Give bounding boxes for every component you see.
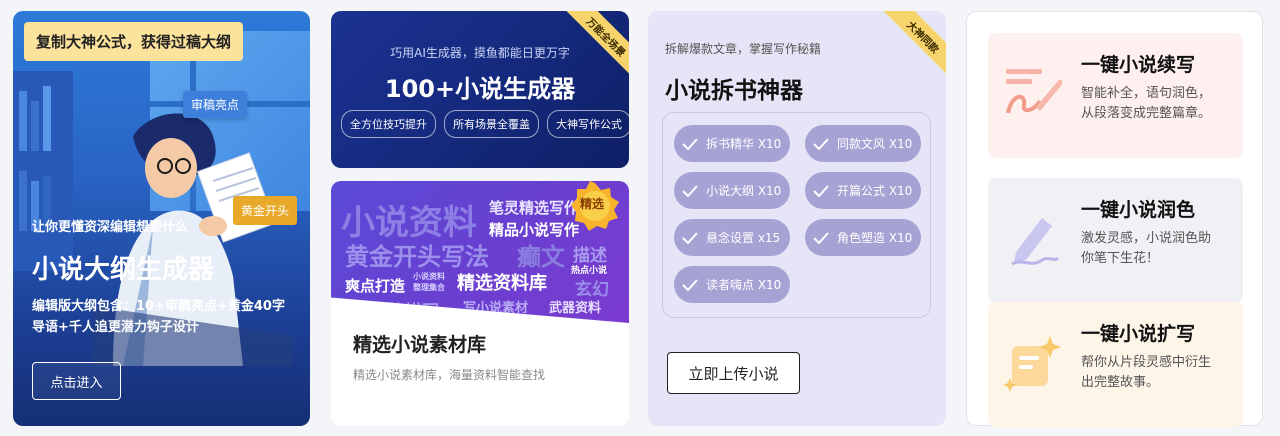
generator-chips: 全方位技巧提升 所有场景全覆盖 大神写作公式 <box>341 110 629 138</box>
quill-icon <box>1006 69 1063 114</box>
feature-pill: 悬念设置 x15 <box>674 219 790 256</box>
feature-pill-panel: 拆书精华 X10 同款文风 X10 小说大纲 X10 开篇公式 X10 悬念设置… <box>662 112 931 318</box>
check-icon <box>813 184 829 197</box>
material-library-card[interactable]: 小说资料 笔灵精选写作 精品小说写作 黄金开头写法 癫文 描述 爽点打造 小说资… <box>331 181 629 426</box>
feature-pill-label: 读者嗨点 X10 <box>706 278 782 292</box>
generator-subtitle: 巧用AI生成器，摸鱼都能日更万字 <box>390 46 570 60</box>
corner-ribbon: 大神同款 <box>880 11 946 80</box>
feature-pill: 开篇公式 X10 <box>805 172 921 209</box>
check-icon <box>682 278 698 291</box>
outline-generator-card[interactable]: 复制大神公式，获得过稿大纲 审稿亮点 黄金开头 让你更懂资深编辑想要什么 小说大… <box>13 11 310 426</box>
feature-pill: 角色塑造 X10 <box>805 219 921 256</box>
golden-opening-tag: 黄金开头 <box>233 196 298 225</box>
word-cloud-text: 武器资料 <box>549 301 602 316</box>
check-icon <box>682 231 698 244</box>
generator-chip: 所有场景全覆盖 <box>444 110 539 138</box>
feature-pill-label: 小说大纲 X10 <box>706 184 782 198</box>
generator-chip: 全方位技巧提升 <box>341 110 436 138</box>
outline-description: 编辑版大纲包含：10+审稿亮点+黄金40字导语+千人追更潜力钩子设计 <box>32 299 285 335</box>
feature-pill-label: 悬念设置 x15 <box>706 231 781 245</box>
word-cloud-text: 笔灵精选写作 <box>489 199 580 217</box>
word-cloud-text: 人物性格描写 <box>337 302 439 322</box>
word-cloud-text: 黄金开头写法 <box>345 243 489 271</box>
enter-button[interactable]: 点击进入 <box>32 362 121 400</box>
feature-pill: 读者嗨点 X10 <box>674 266 790 303</box>
breakdown-title: 小说拆书神器 <box>665 78 803 104</box>
feature-description: 激发灵感，小说润色助你笔下生花！ <box>1081 231 1212 266</box>
feature-pill: 拆书精华 X10 <box>674 125 790 162</box>
continue-writing-feature[interactable]: 一键小说续写 智能补全，语句润色，从段落变成完整篇章。 <box>988 33 1243 158</box>
feature-description: 帮你从片段灵感中衍生出完整故事。 <box>1081 355 1212 390</box>
upload-novel-button[interactable]: 立即上传小说 <box>667 352 800 394</box>
polish-feature[interactable]: 一键小说润色 激发灵感，小说润色助你笔下生花！ <box>988 178 1243 303</box>
feature-title: 一键小说续写 <box>1081 54 1196 76</box>
review-highlight-tag: 审稿亮点 <box>183 91 248 118</box>
feature-description: 智能补全，语句润色，从段落变成完整篇章。 <box>1081 86 1212 121</box>
bookshelf-illustration <box>13 71 73 271</box>
word-cloud-text: 写小说素材 <box>463 301 529 316</box>
library-description: 精选小说素材库，海量资料智能查找 <box>353 368 546 382</box>
feature-title: 一键小说扩写 <box>1081 323 1196 345</box>
feature-title: 一键小说润色 <box>1081 199 1196 221</box>
feature-pill: 小说大纲 X10 <box>674 172 790 209</box>
novel-generator-card[interactable]: 万能全场景 巧用AI生成器，摸鱼都能日更万字 100+小说生成器 全方位技巧提升… <box>331 11 629 168</box>
check-icon <box>682 137 698 150</box>
library-title: 精选小说素材库 <box>353 334 487 356</box>
feature-pill-label: 同款文风 X10 <box>837 137 913 151</box>
page: 复制大神公式，获得过稿大纲 审稿亮点 黄金开头 让你更懂资深编辑想要什么 小说大… <box>0 0 1280 436</box>
word-cloud-text: 癫文 <box>517 243 565 271</box>
word-cloud-text: 整理集合 <box>413 283 445 292</box>
outline-badge: 复制大神公式，获得过稿大纲 <box>24 22 244 61</box>
feature-pill-label: 开篇公式 X10 <box>837 184 913 198</box>
breakdown-subtitle: 拆解爆款文章，掌握写作秘籍 <box>665 42 822 56</box>
feature-pill-label: 拆书精华 X10 <box>706 137 782 151</box>
selected-medal-label: 精选 <box>580 197 605 211</box>
word-cloud-text: 爽点打造 <box>345 277 406 295</box>
check-icon <box>813 137 829 150</box>
word-cloud-text: 精选资料库 <box>457 273 547 294</box>
expand-feature[interactable]: 一键小说扩写 帮你从片段灵感中衍生出完整故事。 <box>988 302 1243 427</box>
feature-pill: 同款文风 X10 <box>805 125 921 162</box>
feature-pill-label: 角色塑造 X10 <box>837 231 913 245</box>
book-breakdown-card[interactable]: 大神同款 拆解爆款文章，掌握写作秘籍 小说拆书神器 拆书精华 X10 同款文风 … <box>648 11 946 426</box>
outline-subtitle: 让你更懂资深编辑想要什么 <box>32 220 189 235</box>
check-icon <box>682 184 698 197</box>
generator-chip: 大神写作公式 <box>547 110 629 138</box>
pen-icon <box>1011 218 1060 266</box>
outline-title: 小说大纲生成器 <box>32 255 215 285</box>
check-icon <box>813 231 829 244</box>
quick-features-card: 一键小说续写 智能补全，语句润色，从段落变成完整篇章。 一键小说润色 激发灵感，… <box>966 11 1263 427</box>
sparkle-note-icon <box>1003 336 1061 392</box>
word-cloud-text: 小说资料 <box>413 272 445 281</box>
generator-title: 100+小说生成器 <box>384 75 576 103</box>
